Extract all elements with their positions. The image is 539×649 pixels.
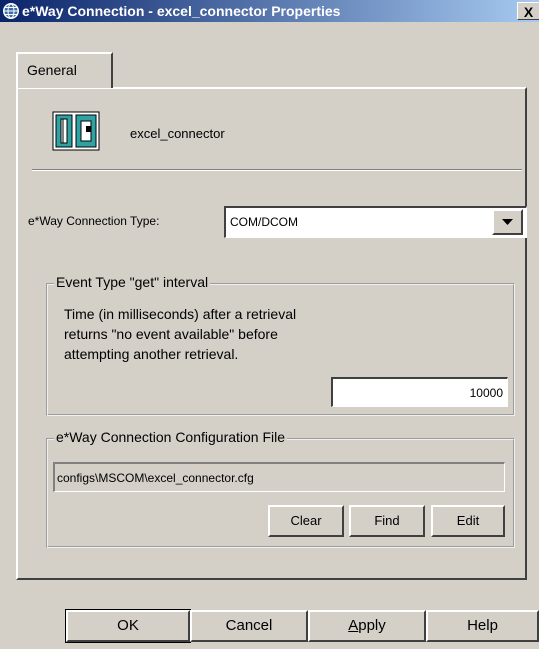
interval-description-line: attempting another retrieval. — [64, 346, 239, 362]
config-path-value: configs\MSCOM\excel_connector.cfg — [57, 471, 254, 485]
connection-type-select[interactable]: COM/DCOM — [224, 206, 527, 238]
tab-general[interactable]: General — [16, 52, 113, 88]
window-globe-icon — [3, 3, 19, 19]
apply-mnemonic: A — [348, 617, 359, 634]
cancel-button[interactable]: Cancel — [190, 610, 308, 642]
window-title: e*Way Connection - excel_connector Prope… — [22, 3, 341, 19]
separator — [32, 169, 522, 171]
edit-button[interactable]: Edit — [431, 505, 505, 537]
apply-button[interactable]: Apply — [308, 610, 426, 642]
connector-icon — [52, 111, 100, 151]
apply-label-rest: pply — [358, 617, 386, 634]
ok-button[interactable]: OK — [65, 609, 191, 643]
clear-button[interactable]: Clear — [268, 505, 344, 537]
interval-description-line: Time (in milliseconds) after a retrieval — [64, 306, 297, 322]
interval-value: 10000 — [469, 386, 503, 400]
tab-general-label: General — [27, 62, 77, 78]
close-button[interactable]: X — [517, 2, 539, 20]
interval-description-line: returns "no event available" before — [64, 326, 278, 342]
config-group-title: e*Way Connection Configuration File — [54, 429, 288, 445]
component-name: excel_connector — [130, 126, 225, 141]
connection-type-label: e*Way Connection Type: — [28, 214, 160, 228]
title-bar: e*Way Connection - excel_connector Prope… — [0, 0, 539, 22]
connection-type-dropdown-button[interactable] — [492, 209, 523, 235]
connection-type-value: COM/DCOM — [230, 215, 298, 229]
help-button[interactable]: Help — [426, 610, 539, 642]
dropdown-arrow-icon — [502, 219, 513, 225]
find-button[interactable]: Find — [349, 505, 425, 537]
interval-input[interactable]: 10000 — [331, 377, 508, 407]
config-path-field: configs\MSCOM\excel_connector.cfg — [53, 462, 505, 492]
interval-group-title: Event Type "get" interval — [54, 274, 211, 290]
